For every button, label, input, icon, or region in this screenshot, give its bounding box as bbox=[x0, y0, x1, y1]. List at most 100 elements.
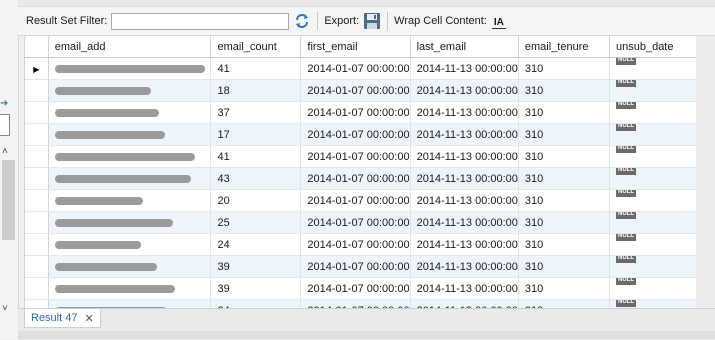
cell-last-email[interactable]: 2014-11-13 00:00:00 bbox=[410, 211, 519, 234]
cell-email-count[interactable]: 20 bbox=[210, 189, 302, 212]
cell-last-email[interactable]: 2014-11-13 00:00:00 bbox=[410, 101, 519, 124]
cell-last-email[interactable]: 2014-11-13 00:00:00 bbox=[410, 79, 519, 102]
table-row[interactable]: 17 2014-01-07 00:00:00 2014-11-13 00:00:00… bbox=[25, 123, 697, 146]
cell-first-email[interactable]: 2014-01-07 00:00:00 bbox=[300, 211, 411, 234]
cell-first-email[interactable]: 2014-01-07 00:00:00 bbox=[300, 123, 411, 146]
cell-email-tenure[interactable]: 310 bbox=[518, 101, 610, 124]
cell-last-email[interactable]: 2014-11-13 00:00:00 bbox=[410, 123, 519, 146]
cell-first-email[interactable]: 2014-01-07 00:00:00 bbox=[300, 101, 411, 124]
cell-email-count[interactable]: 18 bbox=[210, 79, 302, 102]
cell-unsub-date[interactable]: NULL bbox=[609, 145, 697, 168]
cell-unsub-date[interactable]: NULL bbox=[609, 299, 697, 308]
row-selector[interactable] bbox=[25, 211, 49, 234]
cell-email-add[interactable] bbox=[48, 277, 212, 300]
cell-first-email[interactable]: 2014-01-07 00:00:00 bbox=[300, 145, 411, 168]
cell-first-email[interactable]: 2014-01-07 00:00:00 bbox=[300, 189, 411, 212]
column-header[interactable]: email_count bbox=[210, 36, 302, 58]
cell-unsub-date[interactable]: NULL bbox=[609, 233, 697, 256]
cell-email-add[interactable] bbox=[48, 189, 212, 212]
cell-unsub-date[interactable]: NULL bbox=[609, 255, 697, 278]
cell-email-add[interactable] bbox=[48, 145, 212, 168]
cell-first-email[interactable]: 2014-01-07 00:00:00 bbox=[300, 255, 411, 278]
result-filter-input[interactable] bbox=[111, 12, 290, 30]
horizontal-scrollbar[interactable] bbox=[18, 331, 715, 339]
row-selector[interactable] bbox=[25, 79, 49, 102]
column-header[interactable]: last_email bbox=[410, 36, 519, 58]
wrap-cell-icon[interactable]: IA bbox=[491, 14, 506, 29]
cell-last-email[interactable]: 2014-11-13 00:00:00 bbox=[410, 167, 519, 190]
row-selector[interactable] bbox=[25, 167, 49, 190]
table-row[interactable]: 41 2014-01-07 00:00:00 2014-11-13 00:00:00… bbox=[25, 145, 697, 168]
table-row[interactable]: 39 2014-01-07 00:00:00 2014-11-13 00:00:00… bbox=[25, 277, 697, 300]
left-scrollbar-thumb[interactable] bbox=[2, 160, 15, 240]
cell-email-tenure[interactable]: 310 bbox=[518, 299, 610, 308]
column-header[interactable]: first_email bbox=[300, 36, 411, 58]
refresh-icon[interactable] bbox=[293, 12, 311, 30]
cell-email-tenure[interactable]: 310 bbox=[518, 123, 610, 146]
scroll-down-icon[interactable]: ˅ bbox=[2, 303, 8, 314]
cell-email-tenure[interactable]: 310 bbox=[518, 233, 610, 256]
cell-email-tenure[interactable]: 310 bbox=[518, 145, 610, 168]
table-row[interactable]: 43 2014-01-07 00:00:00 2014-11-13 00:00:00… bbox=[25, 167, 697, 190]
cell-last-email[interactable]: 2014-11-13 00:00:00 bbox=[410, 299, 519, 308]
cell-unsub-date[interactable]: NULL bbox=[609, 57, 697, 80]
cell-unsub-date[interactable]: NULL bbox=[609, 79, 697, 102]
cell-email-tenure[interactable]: 310 bbox=[518, 57, 610, 80]
row-selector[interactable] bbox=[25, 255, 49, 278]
cell-first-email[interactable]: 2014-01-07 00:00:00 bbox=[300, 167, 411, 190]
cell-unsub-date[interactable]: NULL bbox=[609, 101, 697, 124]
arrow-right-icon[interactable]: ➜ bbox=[0, 98, 8, 109]
cell-email-tenure[interactable]: 310 bbox=[518, 79, 610, 102]
cell-email-count[interactable]: 41 bbox=[210, 145, 302, 168]
cell-unsub-date[interactable]: NULL bbox=[609, 211, 697, 234]
cell-email-tenure[interactable]: 310 bbox=[518, 255, 610, 278]
row-selector[interactable] bbox=[25, 123, 49, 146]
cell-email-count[interactable]: 17 bbox=[210, 123, 302, 146]
tab-result[interactable]: Result 47 ✕ bbox=[24, 309, 101, 328]
row-selector[interactable] bbox=[25, 277, 49, 300]
cell-unsub-date[interactable]: NULL bbox=[609, 167, 697, 190]
cell-email-tenure[interactable]: 310 bbox=[518, 189, 610, 212]
close-icon[interactable]: ✕ bbox=[84, 312, 93, 325]
cell-email-tenure[interactable]: 310 bbox=[518, 211, 610, 234]
cell-unsub-date[interactable]: NULL bbox=[609, 123, 697, 146]
cell-first-email[interactable]: 2014-01-07 00:00:00 bbox=[300, 277, 411, 300]
column-header[interactable]: email_add bbox=[48, 36, 212, 58]
table-row[interactable]: 24 2014-01-07 00:00:00 2014-11-13 00:00:00… bbox=[25, 233, 697, 256]
column-header[interactable]: email_tenure bbox=[518, 36, 610, 58]
cell-last-email[interactable]: 2014-11-13 00:00:00 bbox=[410, 189, 519, 212]
scroll-up-icon[interactable]: ˄ bbox=[2, 146, 8, 157]
row-selector[interactable]: ▶ bbox=[25, 57, 49, 80]
table-row[interactable]: 18 2014-01-07 00:00:00 2014-11-13 00:00:00… bbox=[25, 79, 697, 102]
cell-email-add[interactable] bbox=[48, 101, 212, 124]
cell-unsub-date[interactable]: NULL bbox=[609, 189, 697, 212]
row-selector-header[interactable] bbox=[25, 36, 49, 58]
cell-email-add[interactable] bbox=[48, 79, 212, 102]
result-grid[interactable]: email_add email_count first_email last_e… bbox=[24, 36, 697, 308]
row-selector[interactable] bbox=[25, 189, 49, 212]
cell-email-count[interactable]: 37 bbox=[210, 101, 302, 124]
table-row[interactable]: 39 2014-01-07 00:00:00 2014-11-13 00:00:00… bbox=[25, 255, 697, 278]
table-row[interactable]: 20 2014-01-07 00:00:00 2014-11-13 00:00:00… bbox=[25, 189, 697, 212]
cell-email-count[interactable]: 25 bbox=[210, 211, 302, 234]
cell-email-count[interactable]: 43 bbox=[210, 167, 302, 190]
cell-last-email[interactable]: 2014-11-13 00:00:00 bbox=[410, 255, 519, 278]
cell-first-email[interactable]: 2014-01-07 00:00:00 bbox=[300, 299, 411, 308]
cell-last-email[interactable]: 2014-11-13 00:00:00 bbox=[410, 233, 519, 256]
cell-email-count[interactable]: 24 bbox=[210, 233, 302, 256]
table-row[interactable]: ▶ 41 2014-01-07 00:00:00 2014-11-13 00:00:0… bbox=[25, 57, 697, 80]
row-selector[interactable] bbox=[25, 233, 49, 256]
cell-email-add[interactable] bbox=[48, 211, 212, 234]
cell-email-count[interactable]: 39 bbox=[210, 255, 302, 278]
cell-last-email[interactable]: 2014-11-13 00:00:00 bbox=[410, 277, 519, 300]
cell-unsub-date[interactable]: NULL bbox=[609, 277, 697, 300]
row-selector[interactable] bbox=[25, 145, 49, 168]
cell-email-tenure[interactable]: 310 bbox=[518, 167, 610, 190]
row-selector[interactable] bbox=[25, 101, 49, 124]
cell-email-add[interactable] bbox=[48, 255, 212, 278]
cell-email-count[interactable]: 41 bbox=[210, 57, 302, 80]
cell-email-count[interactable]: 39 bbox=[210, 277, 302, 300]
cell-first-email[interactable]: 2014-01-07 00:00:00 bbox=[300, 79, 411, 102]
cell-email-tenure[interactable]: 310 bbox=[518, 277, 610, 300]
table-row[interactable]: 25 2014-01-07 00:00:00 2014-11-13 00:00:00… bbox=[25, 211, 697, 234]
